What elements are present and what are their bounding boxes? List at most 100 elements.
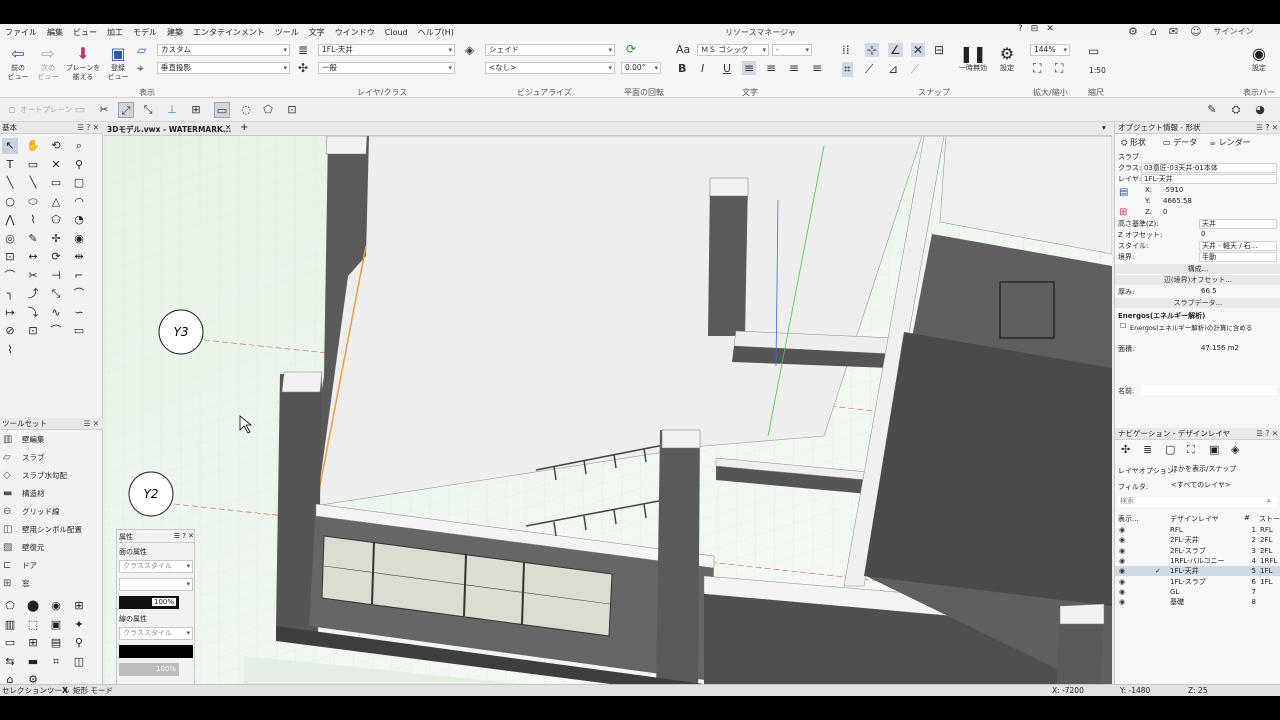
rectangle-icon[interactable]: ▭ bbox=[48, 175, 64, 191]
trim-icon[interactable]: ⊣ bbox=[48, 268, 64, 284]
align-planes-button[interactable]: ⬇ プレーンを 揃える bbox=[64, 44, 102, 82]
brush-icon[interactable]: ⌒ bbox=[2, 268, 18, 284]
slab-tool-icon[interactable]: ⬠ bbox=[2, 598, 18, 614]
layer-row[interactable]: ◉ GL 7 bbox=[1115, 587, 1280, 597]
font-size-dropdown[interactable]: - bbox=[772, 44, 812, 56]
layer-dropdown[interactable]: 1FL-天井 bbox=[318, 44, 455, 56]
toolset-wall-edit[interactable]: ▥ 壁編集 bbox=[0, 431, 92, 449]
fill-opacity-bar[interactable]: 100% bbox=[119, 596, 179, 609]
toolset-slab-drainage[interactable]: ◇ スラブ水勾配 bbox=[0, 467, 92, 485]
rotate-icon[interactable]: ⟳ bbox=[48, 249, 64, 265]
pencil-tool-icon[interactable]: ⌇ bbox=[2, 342, 18, 358]
eyedropper-icon[interactable]: ⚲ bbox=[71, 157, 87, 173]
rotation-field[interactable]: 0.00° bbox=[621, 62, 661, 74]
spiral-icon[interactable]: ◔ bbox=[71, 212, 87, 228]
col-number[interactable]: # bbox=[1244, 514, 1250, 522]
tab-data[interactable]: ▭ データ bbox=[1163, 137, 1197, 148]
layer-field[interactable]: 1FL-天井 bbox=[1141, 174, 1277, 184]
fixture-tool-icon[interactable]: ◫ bbox=[71, 654, 87, 670]
snap-angle-icon[interactable]: ∠ bbox=[888, 43, 903, 57]
align-icon[interactable]: ⊥ bbox=[164, 102, 180, 118]
layer-row[interactable]: ◉ 2FL-スラブ 3 2FL bbox=[1115, 546, 1280, 556]
tab-shape[interactable]: ⛭ 形状 bbox=[1121, 137, 1146, 148]
line-color-swatch[interactable] bbox=[119, 645, 193, 658]
nav-classes-icon[interactable]: ✣ bbox=[1121, 443, 1130, 456]
selection-icon[interactable]: ↖ bbox=[2, 138, 18, 154]
home-icon[interactable]: ⌂ bbox=[1150, 25, 1157, 38]
toolset-menu-icon[interactable]: ☰ ✕ bbox=[84, 418, 99, 430]
col-design-layer[interactable]: デザインレイヤ bbox=[1170, 514, 1219, 524]
layer-row[interactable]: ◉ RFL 1 RFL bbox=[1115, 525, 1280, 535]
palette-menu-icon[interactable]: ☰ ? ✕ bbox=[77, 122, 99, 134]
render-mode-dropdown[interactable]: シェイド bbox=[485, 44, 615, 56]
align-left-icon[interactable]: ≡ bbox=[742, 61, 757, 75]
toolset-window[interactable]: ⊞ 窓 bbox=[0, 575, 92, 593]
grid-bubble-y3[interactable]: Y3 bbox=[158, 309, 204, 355]
menu-entertainment[interactable]: エンタテインメント bbox=[188, 27, 270, 38]
fill-color-dropdown[interactable] bbox=[119, 578, 193, 591]
toolset-grid-line[interactable]: ⊖ グリッド線 bbox=[0, 503, 92, 521]
prev-view-button[interactable]: ⇦ 前の ビュー bbox=[4, 44, 32, 82]
mirror-icon[interactable]: ⊡ bbox=[2, 249, 18, 265]
double-line-icon[interactable]: ╲ bbox=[25, 175, 41, 191]
drop-tool-icon[interactable]: ⬤ bbox=[25, 598, 41, 614]
clip-icon[interactable]: ⤵ bbox=[25, 305, 41, 321]
close-tab-icon[interactable]: ✕ bbox=[225, 123, 231, 132]
eye-icon[interactable]: ◉ bbox=[1119, 546, 1125, 556]
flyover-icon[interactable]: ⟲ bbox=[48, 138, 64, 154]
eye-icon[interactable]: ◉ bbox=[1119, 556, 1125, 566]
slab-data-button[interactable]: スラブデータ... bbox=[1115, 298, 1280, 308]
eye-icon[interactable]: ◉ bbox=[1119, 525, 1125, 535]
menu-text[interactable]: 文字 bbox=[304, 27, 330, 38]
snap-grid-icon[interactable]: ⁞⁞ bbox=[842, 43, 850, 57]
render-icon[interactable]: ◕ bbox=[1252, 102, 1268, 118]
split-icon[interactable]: ⌒ bbox=[71, 286, 87, 302]
z-offset-field[interactable]: 0 bbox=[1199, 230, 1277, 240]
layer-row[interactable]: ◉ 2FL-天井 2 2FL bbox=[1115, 535, 1280, 545]
lasso-icon[interactable]: ◌ bbox=[238, 102, 254, 118]
layer-row[interactable]: ◉ 1RFL-バルコニー 4 1RFL bbox=[1115, 556, 1280, 566]
layer-row[interactable]: ◉ ✓ 1FL-天井 5 1FL bbox=[1115, 566, 1280, 577]
menu-architecture[interactable]: 建築 bbox=[162, 27, 188, 38]
visualize-dropdown[interactable]: <なし> bbox=[485, 62, 615, 74]
menu-view[interactable]: ビュー bbox=[68, 27, 102, 38]
upper-column[interactable] bbox=[708, 180, 748, 336]
snap-object-icon[interactable]: ⊹ bbox=[865, 43, 880, 57]
filter-dropdown[interactable]: <すべてのレイヤ> bbox=[1169, 481, 1279, 491]
polyline-icon[interactable]: ⋀ bbox=[2, 212, 18, 228]
register-view-button[interactable]: ▣ 登録 ビュー bbox=[104, 44, 132, 82]
eye-icon[interactable]: ◉ bbox=[1119, 535, 1125, 545]
layer-row[interactable]: ◉ 1FL-スラブ 6 1FL bbox=[1115, 577, 1280, 587]
beam-tool-icon[interactable]: ▬ bbox=[25, 654, 41, 670]
next-view-button[interactable]: ⇨ 次の ビュー bbox=[34, 44, 62, 82]
truss-tool-icon[interactable]: ⚲ bbox=[71, 635, 87, 651]
railing-tool-icon[interactable]: ⌗ bbox=[48, 654, 64, 670]
plane-dropdown[interactable]: カスタム bbox=[157, 44, 290, 56]
target-icon[interactable]: ◎ bbox=[2, 231, 18, 247]
auto-plane-icon[interactable]: ▫ bbox=[4, 102, 20, 118]
zoom-fit-icon[interactable]: ⛶ bbox=[1033, 61, 1041, 76]
menu-window[interactable]: ウインドウ bbox=[330, 27, 380, 38]
rect-select-icon[interactable]: ▭ bbox=[214, 102, 230, 118]
plane-mode-icon[interactable]: ▭ bbox=[72, 102, 88, 118]
tab-render[interactable]: ☕ レンダー bbox=[1209, 137, 1251, 148]
freehand-icon[interactable]: ⌇ bbox=[25, 212, 41, 228]
toolset-wall-restore[interactable]: ▧ 壁復元 bbox=[0, 539, 92, 557]
snap-distance-icon[interactable]: ⊟ bbox=[934, 43, 944, 57]
symbol-tool-icon[interactable]: ⬚ bbox=[25, 617, 41, 633]
close-icon[interactable]: ✕ bbox=[1046, 24, 1054, 34]
scale-value[interactable]: 1:50 bbox=[1089, 66, 1106, 75]
menu-modify[interactable]: 加工 bbox=[102, 27, 128, 38]
center-column[interactable] bbox=[656, 430, 700, 696]
column-tool-icon[interactable]: ⇆ bbox=[2, 654, 18, 670]
name-field[interactable] bbox=[1141, 385, 1277, 395]
eye-icon[interactable]: ◉ bbox=[1119, 577, 1125, 587]
align-icon[interactable]: ⇹ bbox=[71, 249, 87, 265]
polygon-icon[interactable]: ⬠ bbox=[48, 212, 64, 228]
layer-row[interactable]: ◉ 基礎 8 bbox=[1115, 597, 1280, 607]
projection-dropdown[interactable]: 垂直投影 bbox=[157, 62, 290, 74]
col-story[interactable]: ストーリ bbox=[1259, 514, 1280, 524]
drawing-viewport[interactable]: 3Dモデル.vwx - WATERMARK... ✕ + ▾ Y3 Y2 bbox=[104, 122, 1112, 696]
nav-sheets-icon[interactable]: ▢ bbox=[1165, 443, 1175, 456]
disable-transform-icon[interactable]: ✂ bbox=[96, 102, 112, 118]
